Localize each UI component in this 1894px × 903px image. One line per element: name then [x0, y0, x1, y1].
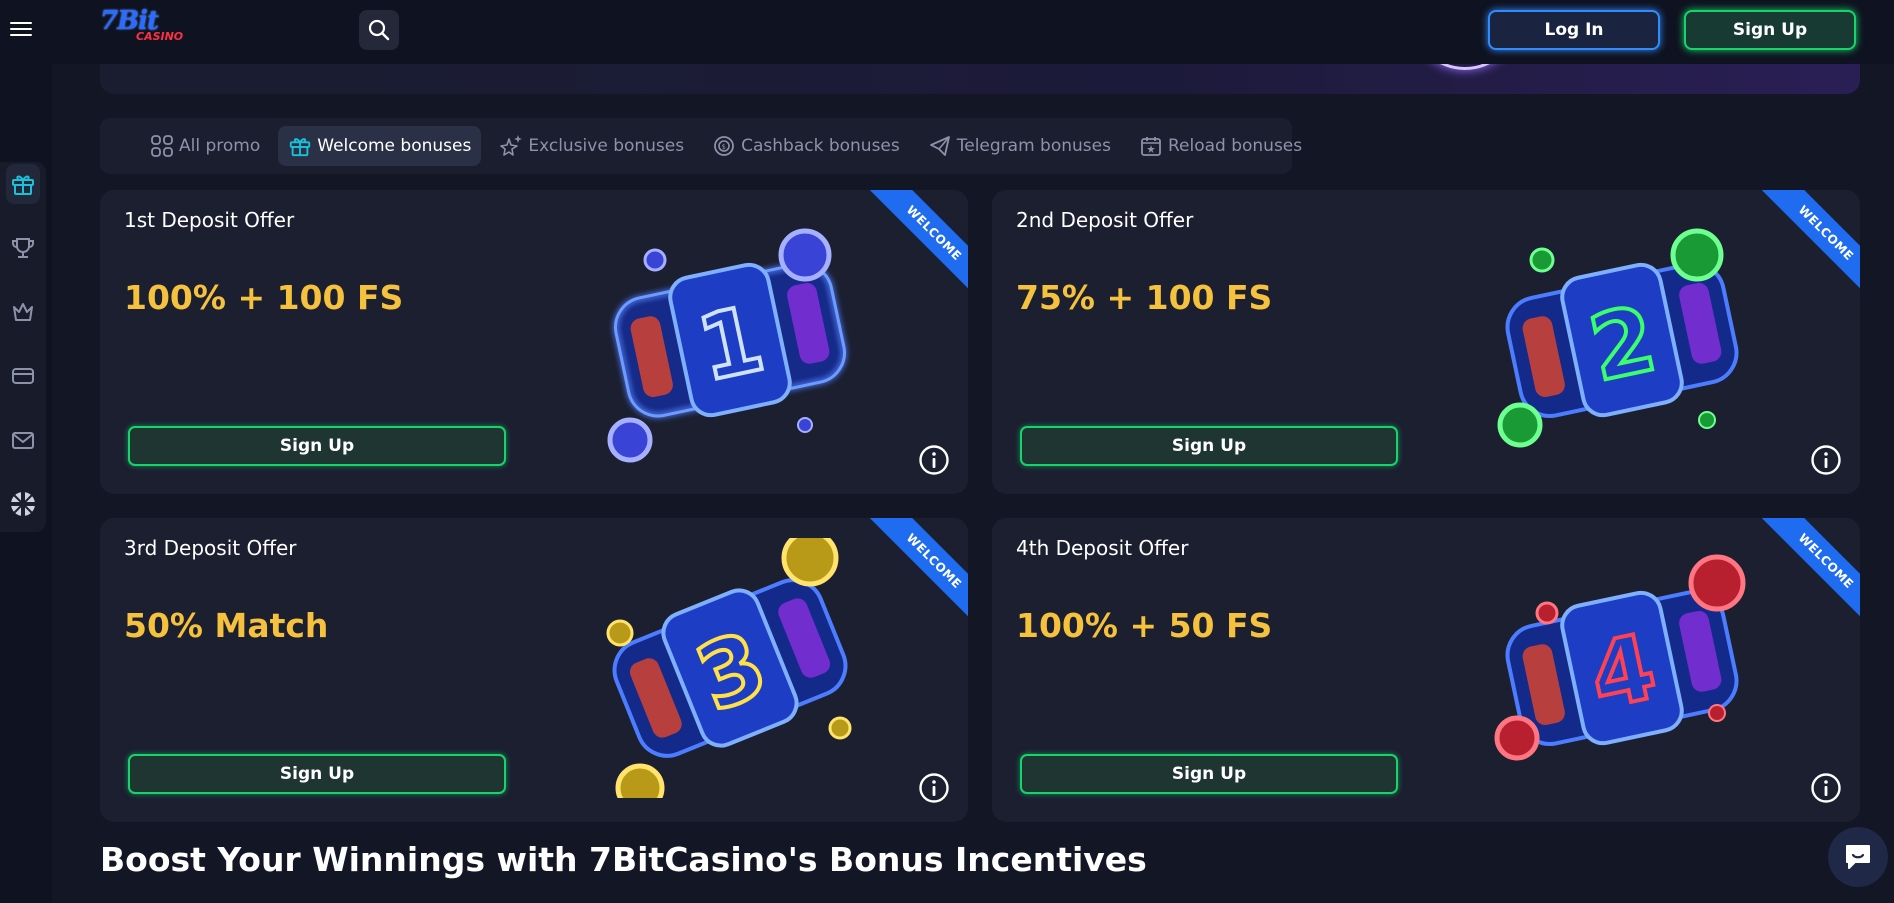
- sidebar-item-contact[interactable]: [6, 420, 40, 460]
- card-title: 1st Deposit Offer: [124, 208, 295, 232]
- info-icon[interactable]: [918, 772, 950, 804]
- sidebar-item-vip[interactable]: [6, 292, 40, 332]
- card-amount: 75% + 100 FS: [1016, 278, 1273, 317]
- signup-button[interactable]: Sign Up: [1684, 10, 1856, 50]
- card-amount: 100% + 50 FS: [1016, 606, 1273, 645]
- tab-label: Reload bonuses: [1167, 136, 1303, 156]
- tab-telegram-bonuses[interactable]: Telegram bonuses: [918, 126, 1121, 166]
- slot-machine-3-image: 3: [606, 538, 852, 798]
- search-button[interactable]: [359, 10, 399, 50]
- tab-welcome-bonuses[interactable]: Welcome bonuses: [278, 126, 482, 166]
- section-heading: Boost Your Winnings with 7BitCasino's Bo…: [100, 840, 1147, 879]
- calendar-icon: [1139, 134, 1163, 158]
- welcome-ribbon: WELCOME: [862, 190, 968, 296]
- trophy-icon: [12, 238, 34, 258]
- promo-filter-tabs: All promo Welcome bonuses Exclusive bonu…: [100, 118, 1302, 174]
- mail-icon: [12, 432, 34, 449]
- tab-exclusive-bonuses[interactable]: Exclusive bonuses: [489, 126, 694, 166]
- svg-text:$: $: [722, 143, 726, 151]
- welcome-ribbon: WELCOME: [1754, 518, 1860, 624]
- tab-label: Exclusive bonuses: [528, 136, 685, 156]
- sidebar-item-promotions[interactable]: [6, 164, 40, 204]
- card-amount: 100% + 100 FS: [124, 278, 404, 317]
- logo[interactable]: 7Bit CASINO: [100, 8, 183, 48]
- star-sparkle-icon: [499, 134, 523, 158]
- card-title: 4th Deposit Offer: [1016, 536, 1189, 560]
- crown-icon: [13, 303, 33, 321]
- info-icon[interactable]: [1810, 772, 1842, 804]
- card-signup-button[interactable]: Sign Up: [128, 426, 506, 466]
- logo-sub: CASINO: [136, 30, 184, 43]
- card-signup-button[interactable]: Sign Up: [1020, 426, 1398, 466]
- top-header: 7Bit CASINO Log In Sign Up: [0, 0, 1894, 64]
- tab-label: All promo: [179, 136, 261, 156]
- welcome-ribbon: WELCOME: [862, 518, 968, 624]
- tab-label: Cashback bonuses: [741, 136, 900, 156]
- sidebar-nav: [0, 162, 46, 532]
- uk-flag-icon: [11, 492, 35, 516]
- slot-machine-2-image: 2: [1497, 228, 1739, 448]
- sidebar-item-tournaments[interactable]: [6, 228, 40, 268]
- telegram-icon: [928, 134, 952, 158]
- search-icon: [368, 19, 390, 41]
- slot-machine-4-image: 4: [1494, 554, 1746, 761]
- tab-reload-bonuses[interactable]: Reload bonuses: [1129, 126, 1312, 166]
- bonus-card: 3rd Deposit Offer 50% Match 3 WELCOME Si…: [100, 518, 968, 822]
- sidebar: [0, 64, 52, 903]
- cashback-icon: $: [712, 134, 736, 158]
- bonus-card: 2nd Deposit Offer 75% + 100 FS 2 WELCOME…: [992, 190, 1860, 494]
- login-button[interactable]: Log In: [1488, 10, 1660, 50]
- card-title: 3rd Deposit Offer: [124, 536, 297, 560]
- live-chat-button[interactable]: [1828, 827, 1888, 887]
- card-icon: [12, 368, 34, 384]
- welcome-ribbon: WELCOME: [1754, 190, 1860, 296]
- menu-icon[interactable]: [10, 18, 32, 40]
- card-signup-button[interactable]: Sign Up: [1020, 754, 1398, 794]
- gift-icon: [12, 175, 34, 195]
- card-amount: 50% Match: [124, 606, 329, 645]
- tab-label: Telegram bonuses: [956, 136, 1111, 156]
- sidebar-item-language[interactable]: [6, 484, 40, 524]
- chat-icon: [1846, 845, 1870, 869]
- gift-icon: [288, 134, 312, 158]
- sidebar-item-payments[interactable]: [6, 356, 40, 396]
- slot-machine-1-image: 1: [607, 228, 847, 463]
- tab-all-promo[interactable]: All promo: [140, 126, 270, 166]
- tab-label: Welcome bonuses: [317, 136, 472, 156]
- bonus-card: 1st Deposit Offer 100% + 100 FS 1 WELCOM…: [100, 190, 968, 494]
- bonus-card: 4th Deposit Offer 100% + 50 FS 4 WELCOME…: [992, 518, 1860, 822]
- info-icon[interactable]: [918, 444, 950, 476]
- card-title: 2nd Deposit Offer: [1016, 208, 1194, 232]
- info-icon[interactable]: [1810, 444, 1842, 476]
- grid-icon: [150, 134, 174, 158]
- tab-cashback-bonuses[interactable]: $ Cashback bonuses: [702, 126, 910, 166]
- card-signup-button[interactable]: Sign Up: [128, 754, 506, 794]
